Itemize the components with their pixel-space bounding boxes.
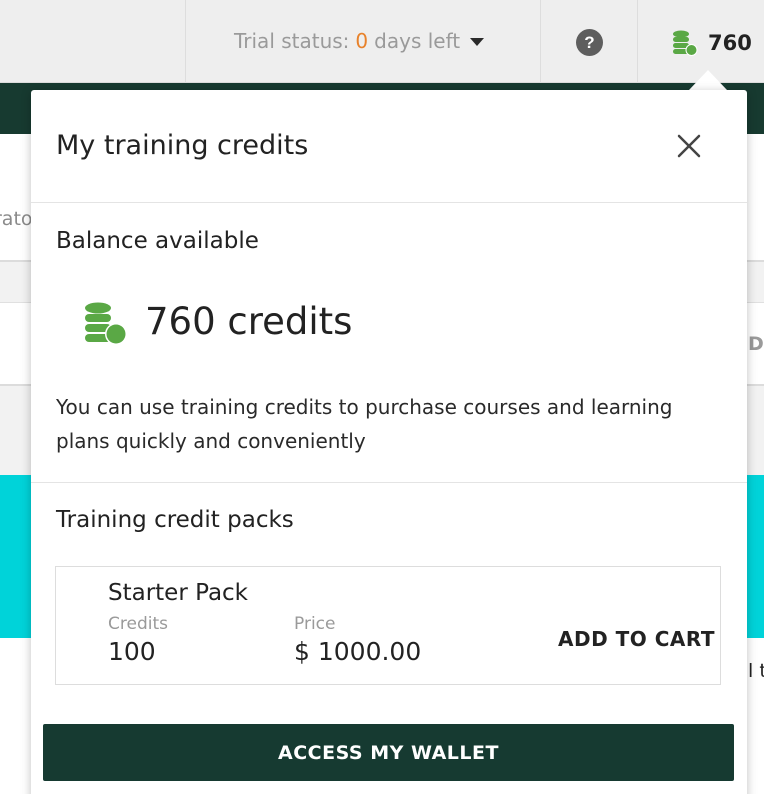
app-root: Trial status: 0 days left ? 760 rato DI … xyxy=(0,0,764,794)
popover-pointer xyxy=(689,70,727,90)
divider xyxy=(31,482,747,483)
packs-heading: Training credit packs xyxy=(56,507,294,533)
trial-days-suffix: days left xyxy=(374,29,461,53)
credit-pack-card: Starter Pack Credits 100 Price $ 1000.00… xyxy=(55,566,721,685)
trial-status-dropdown[interactable]: Trial status: 0 days left xyxy=(234,28,485,54)
topbar-divider xyxy=(637,0,638,83)
coins-stack-icon xyxy=(83,302,129,352)
access-wallet-button[interactable]: ACCESS MY WALLET xyxy=(43,724,734,781)
background-text-fragment: rato xyxy=(0,208,33,230)
divider xyxy=(31,202,747,203)
top-bar: Trial status: 0 days left ? 760 xyxy=(0,0,764,83)
pack-price-value: $ 1000.00 xyxy=(294,637,422,666)
close-button[interactable] xyxy=(671,128,707,164)
help-icon[interactable]: ? xyxy=(576,29,603,56)
balance-description: You can use training credits to purchase… xyxy=(56,395,673,453)
training-credits-popover: My training credits Balance available 76… xyxy=(31,90,747,794)
coins-stack-icon xyxy=(673,30,698,56)
credits-button[interactable]: 760 xyxy=(672,29,752,57)
credits-count: 760 xyxy=(708,31,752,55)
pack-credits-label: Credits xyxy=(108,614,168,634)
pack-price-label: Price xyxy=(294,614,336,634)
background-text-fragment: DI xyxy=(748,333,764,355)
topbar-divider xyxy=(540,0,541,83)
trial-status-label: Trial status: xyxy=(234,29,350,53)
add-to-cart-button[interactable]: ADD TO CART xyxy=(558,627,715,651)
caret-down-icon xyxy=(470,38,485,46)
balance-value: 760 credits xyxy=(145,300,353,343)
balance-heading: Balance available xyxy=(56,228,259,254)
topbar-divider xyxy=(185,0,186,83)
trial-days-count: 0 xyxy=(355,29,369,53)
background-text-fragment: l t xyxy=(748,660,764,682)
pack-credits-value: 100 xyxy=(108,637,156,666)
close-icon xyxy=(677,134,701,158)
popover-title: My training credits xyxy=(56,130,309,161)
pack-name: Starter Pack xyxy=(108,580,248,606)
